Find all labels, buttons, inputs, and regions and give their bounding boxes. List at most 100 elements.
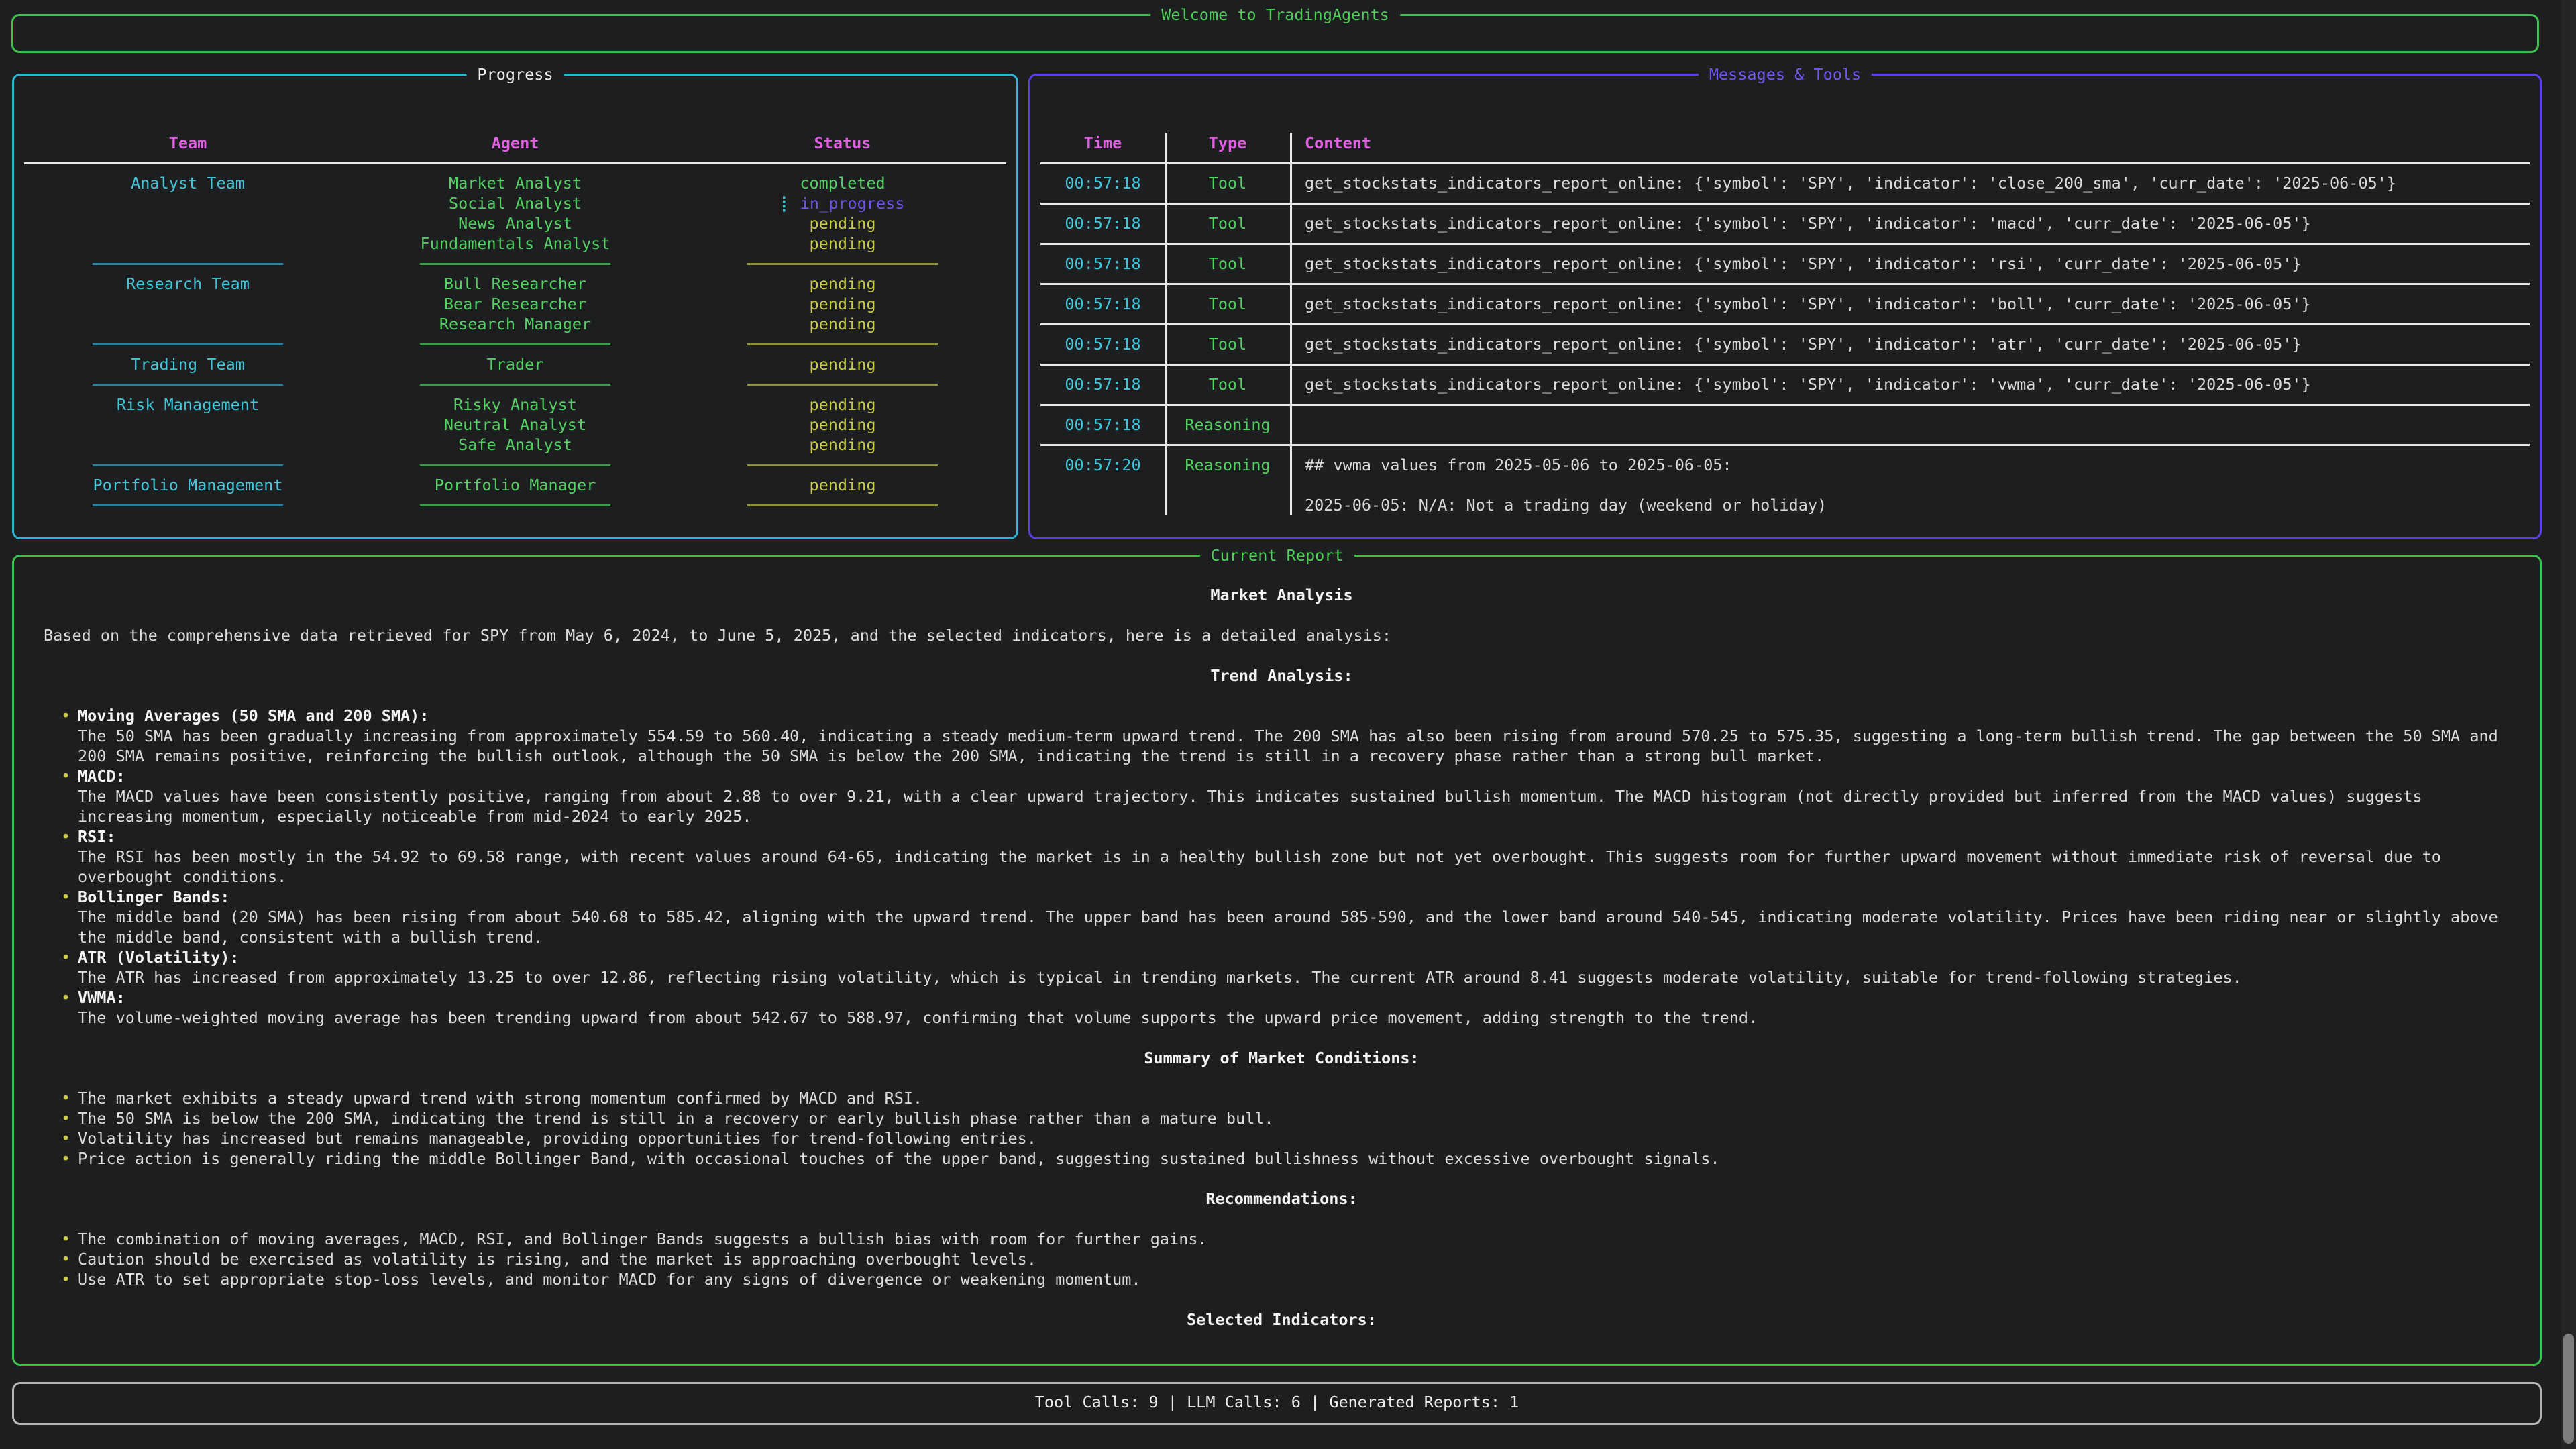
column-header-agent: Agent xyxy=(492,133,539,153)
bullet-item: •The combination of moving averages, MAC… xyxy=(44,1229,2520,1249)
message-content: get_stockstats_indicators_report_online:… xyxy=(1290,374,2530,394)
message-content: get_stockstats_indicators_report_online:… xyxy=(1290,334,2530,354)
row-separator xyxy=(1040,203,2530,205)
agent-label: Trader xyxy=(487,354,544,374)
team-label: Research Team xyxy=(126,274,250,294)
section-heading-selected-indicators: Selected Indicators: xyxy=(44,1309,2520,1330)
message-type: Tool xyxy=(1165,173,1290,193)
header-separator xyxy=(24,162,1006,164)
message-content: get_stockstats_indicators_report_online:… xyxy=(1290,294,2530,314)
message-type: Tool xyxy=(1165,374,1290,394)
status-badge: pending xyxy=(809,233,875,254)
row-separator xyxy=(1040,444,2530,446)
report-body: Market Analysis Based on the comprehensi… xyxy=(44,585,2520,1350)
status-badge: pending xyxy=(809,354,875,374)
status-badge: pending xyxy=(809,274,875,294)
group-separator xyxy=(352,384,679,386)
status-badge: pending xyxy=(809,435,875,455)
status-badge: ⡇in_progress xyxy=(781,193,905,213)
team-label: Portfolio Management xyxy=(93,475,283,495)
message-time: 00:57:18 xyxy=(1040,254,1165,274)
agent-label: Social Analyst xyxy=(449,193,582,213)
message-type: Tool xyxy=(1165,334,1290,354)
row-separator xyxy=(1040,243,2530,245)
group-separator xyxy=(352,263,679,265)
message-content: get_stockstats_indicators_report_online:… xyxy=(1290,173,2530,193)
progress-panel: Progress Team Agent Status Analyst Team … xyxy=(12,74,1018,539)
group-separator xyxy=(679,343,1006,345)
message-content: get_stockstats_indicators_report_online:… xyxy=(1290,254,2530,274)
row-separator xyxy=(1040,323,2530,325)
message-time: 00:57:20 xyxy=(1040,455,1165,475)
agent-label: Fundamentals Analyst xyxy=(421,233,610,254)
group-separator xyxy=(352,464,679,466)
message-type: Reasoning xyxy=(1165,415,1290,435)
status-badge: pending xyxy=(809,415,875,435)
agent-label: Risky Analyst xyxy=(453,394,577,415)
agent-label: Portfolio Manager xyxy=(435,475,596,495)
agent-label: Bear Researcher xyxy=(444,294,586,314)
column-header-time: Time xyxy=(1040,133,1165,153)
bullet-item: •Caution should be exercised as volatili… xyxy=(44,1249,2520,1269)
agent-label: Safe Analyst xyxy=(458,435,572,455)
bullet-item: •Bollinger Bands:The middle band (20 SMA… xyxy=(44,887,2520,947)
bullet-item: •ATR (Volatility):The ATR has increased … xyxy=(44,947,2520,987)
group-separator xyxy=(24,464,352,466)
message-type: Reasoning xyxy=(1165,455,1290,475)
message-content: get_stockstats_indicators_report_online:… xyxy=(1290,213,2530,233)
bullet-item: •Price action is generally riding the mi… xyxy=(44,1148,2520,1169)
group-separator xyxy=(24,504,352,506)
group-separator xyxy=(679,263,1006,265)
section-heading-trend: Trend Analysis: xyxy=(44,665,2520,686)
column-divider xyxy=(1290,133,1292,515)
messages-panel-title: Messages & Tools xyxy=(1699,64,1872,85)
column-header-team: Team xyxy=(169,133,207,153)
message-time: 00:57:18 xyxy=(1040,173,1165,193)
progress-table: Team Agent Status Analyst Team Market An… xyxy=(24,133,1006,515)
messages-panel: Messages & Tools Time Type Content 00:57… xyxy=(1028,74,2542,539)
group-separator xyxy=(352,504,679,506)
message-type: Tool xyxy=(1165,254,1290,274)
bullet-item: •The market exhibits a steady upward tre… xyxy=(44,1088,2520,1108)
messages-table: Time Type Content 00:57:18 Tool get_stoc… xyxy=(1040,133,2530,515)
status-badge: completed xyxy=(800,173,885,193)
welcome-title: Welcome to TradingAgents xyxy=(1150,5,1400,25)
team-label: Trading Team xyxy=(131,354,245,374)
message-time: 00:57:18 xyxy=(1040,334,1165,354)
column-header-type: Type xyxy=(1165,133,1290,153)
bullet-item: •VWMA:The volume-weighted moving average… xyxy=(44,987,2520,1028)
row-separator xyxy=(1040,283,2530,285)
agent-label: Bull Researcher xyxy=(444,274,586,294)
agent-label: News Analyst xyxy=(458,213,572,233)
stats-text: Tool Calls: 9 | LLM Calls: 6 | Generated… xyxy=(14,1384,2540,1420)
group-separator xyxy=(24,343,352,345)
section-heading-summary: Summary of Market Conditions: xyxy=(44,1048,2520,1068)
status-badge: pending xyxy=(809,213,875,233)
bullet-item: •The 50 SMA is below the 200 SMA, indica… xyxy=(44,1108,2520,1128)
scrollbar-track[interactable] xyxy=(2561,0,2576,1449)
scrollbar-thumb[interactable] xyxy=(2563,1334,2574,1444)
bullet-item: •Moving Averages (50 SMA and 200 SMA):Th… xyxy=(44,706,2520,766)
report-heading: Market Analysis xyxy=(44,585,2520,605)
bullet-item: •Volatility has increased but remains ma… xyxy=(44,1128,2520,1148)
trend-bullet-list: •Moving Averages (50 SMA and 200 SMA):Th… xyxy=(44,706,2520,1028)
column-header-status: Status xyxy=(814,133,871,153)
agent-label: Market Analyst xyxy=(449,173,582,193)
group-separator xyxy=(24,384,352,386)
status-badge: pending xyxy=(809,475,875,495)
row-separator xyxy=(1040,364,2530,366)
message-type: Tool xyxy=(1165,213,1290,233)
team-label: Risk Management xyxy=(117,394,259,415)
summary-bullet-list: •The market exhibits a steady upward tre… xyxy=(44,1088,2520,1169)
welcome-panel: Welcome to TradingAgents xyxy=(11,14,2539,53)
message-time: 00:57:18 xyxy=(1040,415,1165,435)
group-separator xyxy=(679,464,1006,466)
message-time: 00:57:18 xyxy=(1040,213,1165,233)
column-divider xyxy=(1165,133,1167,515)
row-separator xyxy=(1040,404,2530,406)
message-content: ## vwma values from 2025-05-06 to 2025-0… xyxy=(1290,455,2530,515)
status-badge: pending xyxy=(809,294,875,314)
agent-label: Neutral Analyst xyxy=(444,415,586,435)
message-type: Tool xyxy=(1165,294,1290,314)
status-badge: pending xyxy=(809,394,875,415)
